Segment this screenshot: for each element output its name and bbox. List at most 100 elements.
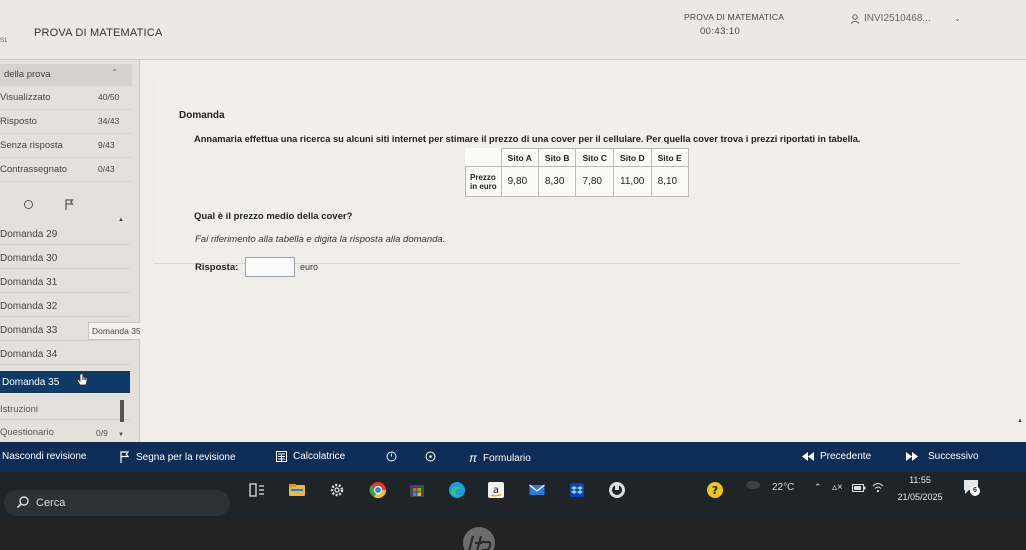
task-view-icon[interactable]: [248, 481, 266, 499]
edge-browser-icon[interactable]: [448, 481, 466, 499]
calculator-icon: [276, 451, 287, 462]
price-table: Sito A Sito B Sito C Sito D Sito E Prezz…: [465, 148, 689, 197]
file-explorer-icon[interactable]: [288, 481, 306, 499]
dropbox-icon[interactable]: [568, 481, 586, 499]
table-cell: 8,30: [537, 166, 577, 197]
user-icon: [850, 13, 860, 24]
weather-icon[interactable]: [744, 476, 766, 495]
table-cell: 11,00: [613, 166, 652, 197]
flag-review-button[interactable]: Segna per la revisione: [120, 451, 236, 463]
table-row-header: Prezzo in euro: [465, 166, 502, 197]
previous-label: Precedente: [820, 451, 872, 462]
sidebar-section-header[interactable]: della prova ⌃: [0, 64, 132, 86]
pi-icon: π: [469, 451, 478, 465]
flag-review-label: Segna per la revisione: [136, 451, 236, 463]
exam-screen: S1 PROVA DI MATEMATICA PROVA DI MATEMATI…: [0, 0, 1026, 550]
question-prompt: Qual è il prezzo medio della cover?: [194, 211, 353, 222]
svg-text:a: a: [493, 485, 499, 496]
system-clock[interactable]: 11:55 21/05/2025: [892, 474, 948, 503]
table-row: Prezzo in euro 9,80 8,30 7,80 11,00 8,10: [465, 166, 689, 197]
exam-name: PROVA DI MATEMATICA: [684, 12, 785, 22]
amazon-icon[interactable]: a: [487, 481, 505, 499]
notification-badge: 6: [970, 486, 980, 496]
table-header-cell: Sito A: [500, 148, 539, 167]
stat-flagged[interactable]: Contrassegnato 0/43: [0, 158, 132, 182]
formulary-label: Formulario: [483, 452, 531, 464]
question-area: Domanda Annamaria effettua una ricerca s…: [140, 60, 1026, 442]
flag-icon[interactable]: [65, 199, 74, 210]
rewind-icon: [802, 452, 814, 461]
timer-toggle-button[interactable]: [386, 451, 397, 462]
formulary-button[interactable]: π Formulario: [469, 451, 531, 465]
chevron-down-icon[interactable]: ⌄: [954, 14, 961, 23]
hide-review-label: Nascondi revisione: [2, 451, 87, 462]
stat-value: 9/43: [98, 140, 115, 150]
table-corner: [466, 149, 502, 167]
stat-label: Senza risposta: [0, 140, 63, 151]
sidebar-scrollbar[interactable]: [120, 400, 124, 422]
settings-gear-icon[interactable]: [328, 481, 346, 499]
stat-answered[interactable]: Risposto 34/43: [0, 110, 132, 134]
sidebar-section-title: della prova: [4, 69, 51, 80]
question-panel: Domanda Annamaria effettua una ricerca s…: [154, 80, 960, 277]
previous-button[interactable]: Precedente: [802, 451, 871, 462]
volume-muted-icon[interactable]: ▵×: [832, 482, 843, 493]
mail-icon[interactable]: [528, 481, 546, 499]
svg-text:?: ?: [712, 484, 718, 497]
stat-value: 40/50: [98, 92, 120, 102]
table-cell: 8,10: [650, 166, 689, 197]
clock-icon: [386, 451, 397, 462]
row-label-line1: Prezzo: [470, 172, 496, 182]
calculator-button[interactable]: Calcolatrice: [276, 451, 345, 462]
taskbar-search[interactable]: Cerca: [4, 490, 230, 516]
circle-icon[interactable]: [24, 200, 33, 209]
store-icon[interactable]: [408, 481, 426, 499]
temperature[interactable]: 22°C: [772, 482, 794, 493]
target-button[interactable]: [425, 451, 436, 462]
table-cell: 7,80: [575, 166, 615, 197]
flag-icon: [120, 451, 130, 463]
sidebar-questionnaire[interactable]: Questionario 0/9: [0, 424, 130, 442]
stat-label: Risposto: [0, 116, 37, 127]
clock-time: 11:55: [909, 475, 931, 485]
answer-unit: euro: [300, 262, 319, 272]
calculator-label: Calcolatrice: [293, 451, 346, 462]
battery-icon[interactable]: [852, 484, 866, 492]
question-hint: Fai riferimento alla tabella e digita la…: [195, 234, 446, 245]
question-item-label: Domanda 35: [2, 377, 60, 388]
scroll-up-icon[interactable]: ▲: [1017, 418, 1023, 424]
hide-review-button[interactable]: Nascondi revisione: [2, 451, 87, 462]
hp-logo-icon: [463, 527, 495, 550]
stat-viewed[interactable]: Visualizzato 40/50: [0, 86, 132, 110]
user-menu[interactable]: INVI2510468...: [850, 13, 931, 24]
questionnaire-count: 0/9: [96, 428, 108, 438]
chrome-icon[interactable]: [369, 481, 387, 499]
header-bar: S1 PROVA DI MATEMATICA PROVA DI MATEMATI…: [0, 0, 1026, 60]
question-item-35[interactable]: Domanda 35: [0, 371, 130, 393]
exam-navbar: Nascondi revisione Segna per la revision…: [0, 442, 1026, 472]
wifi-icon[interactable]: [872, 482, 884, 493]
stat-label: Contrassegnato: [0, 164, 68, 175]
answer-input[interactable]: [245, 257, 295, 277]
questionnaire-label: Questionario: [0, 427, 54, 438]
stat-value: 0/43: [98, 164, 115, 174]
question-item-30[interactable]: Domanda 30: [0, 247, 130, 269]
fast-forward-icon: [906, 452, 918, 461]
table-header-cell: Sito C: [575, 148, 615, 167]
user-id: INVI2510468...: [864, 13, 931, 24]
review-sidebar: della prova ⌃ Visualizzato 40/50 Rispost…: [0, 60, 140, 442]
laptop-bezel: [0, 517, 1026, 550]
question-item-34[interactable]: Domanda 34: [0, 343, 130, 365]
stat-unanswered[interactable]: Senza risposta 9/43: [0, 134, 132, 158]
app-icon[interactable]: [608, 481, 626, 499]
help-icon[interactable]: ?: [706, 481, 724, 499]
question-item-31[interactable]: Domanda 31: [0, 271, 130, 293]
table-header-cell: Sito B: [537, 148, 577, 167]
search-icon: [16, 496, 29, 509]
question-item-29[interactable]: Domanda 29: [0, 223, 130, 245]
question-item-32[interactable]: Domanda 32: [0, 295, 130, 317]
scroll-down-icon[interactable]: ▼: [118, 432, 124, 438]
chevron-up-icon[interactable]: ⌃: [814, 482, 822, 493]
next-button[interactable]: Successivo: [906, 451, 979, 462]
sidebar-instructions[interactable]: Istruzioni: [0, 400, 130, 420]
